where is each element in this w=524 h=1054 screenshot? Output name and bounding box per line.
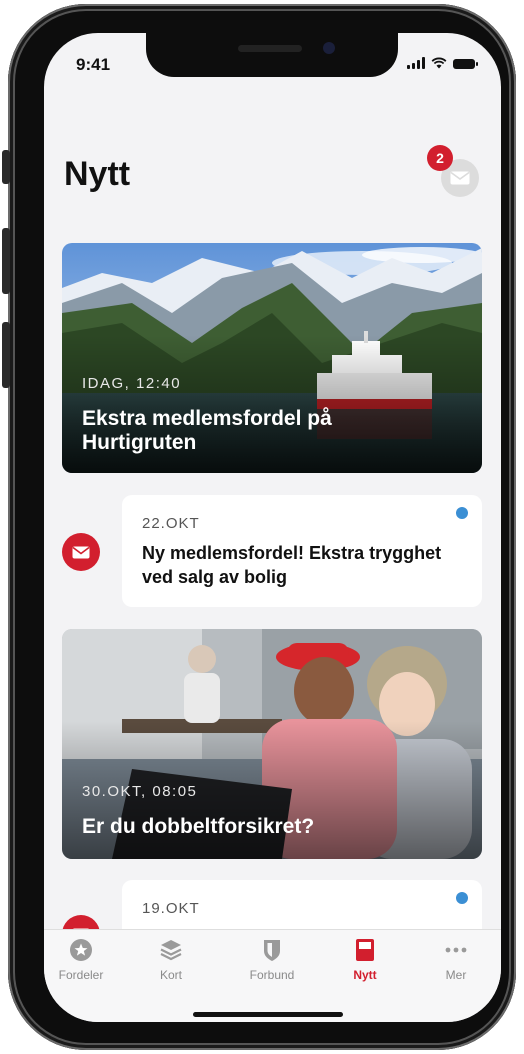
tab-fordeler[interactable]: Fordeler xyxy=(46,938,116,982)
unread-dot xyxy=(456,507,468,519)
tab-kort[interactable]: Kort xyxy=(136,938,206,982)
volume-down-button xyxy=(2,322,10,388)
envelope-icon xyxy=(72,546,90,558)
app-screen: 9:41 Nytt 2 IDAG, 12:40 Ekstra medlemsfo… xyxy=(44,33,501,1022)
cards-stack-icon xyxy=(160,940,182,961)
card-title: Er du dobbeltforsikret? xyxy=(82,815,315,838)
news-card-bolig[interactable]: 22.OKT Ny medlemsfordel! Ekstra trygghet… xyxy=(122,495,482,607)
envelope-icon xyxy=(450,171,470,185)
tab-label: Fordeler xyxy=(58,968,104,982)
notch xyxy=(146,33,398,77)
battery-icon xyxy=(453,59,478,69)
news-icon xyxy=(356,939,374,961)
card-date: 19.OKT xyxy=(142,900,200,917)
unread-dot xyxy=(456,892,468,904)
tab-label: Kort xyxy=(159,968,182,982)
messages-button[interactable]: 2 xyxy=(427,145,479,197)
shield-icon xyxy=(264,940,280,961)
tab-label: Nytt xyxy=(353,968,377,982)
tab-label: Forbund xyxy=(249,968,295,982)
card-title: Ny medlemsfordel! Ekstra trygghet ved sa… xyxy=(142,543,442,587)
mute-switch xyxy=(2,150,10,184)
tab-bar: Fordeler Kort Forbund Nytt Mer xyxy=(44,929,501,1022)
status-icons xyxy=(407,57,478,69)
message-type-icon xyxy=(62,533,100,571)
more-dots-icon xyxy=(445,947,467,953)
unread-badge: 2 xyxy=(427,145,453,171)
news-card-dobbeltforsikret[interactable]: 30.OKT, 08:05 Er du dobbeltforsikret? xyxy=(62,629,482,859)
tab-forbund[interactable]: Forbund xyxy=(237,938,307,982)
tab-nytt[interactable]: Nytt xyxy=(330,938,400,982)
card-date: 30.OKT, 08:05 xyxy=(82,783,198,800)
wifi-icon xyxy=(431,57,447,69)
card-date: IDAG, 12:40 xyxy=(82,375,182,392)
tab-label: Mer xyxy=(445,968,467,982)
volume-up-button xyxy=(2,228,10,294)
star-badge-icon xyxy=(70,939,92,961)
status-time: 9:41 xyxy=(76,55,111,74)
card-title: Ekstra medlemsfordel på Hurtigruten xyxy=(82,407,332,454)
home-indicator[interactable] xyxy=(193,1012,343,1017)
tab-mer[interactable]: Mer xyxy=(421,938,491,982)
news-card-hurtigruten[interactable]: IDAG, 12:40 Ekstra medlemsfordel på Hurt… xyxy=(62,243,482,473)
cellular-signal-icon xyxy=(407,57,425,69)
card-date: 22.OKT xyxy=(142,515,200,532)
page-title: Nytt xyxy=(64,155,131,193)
